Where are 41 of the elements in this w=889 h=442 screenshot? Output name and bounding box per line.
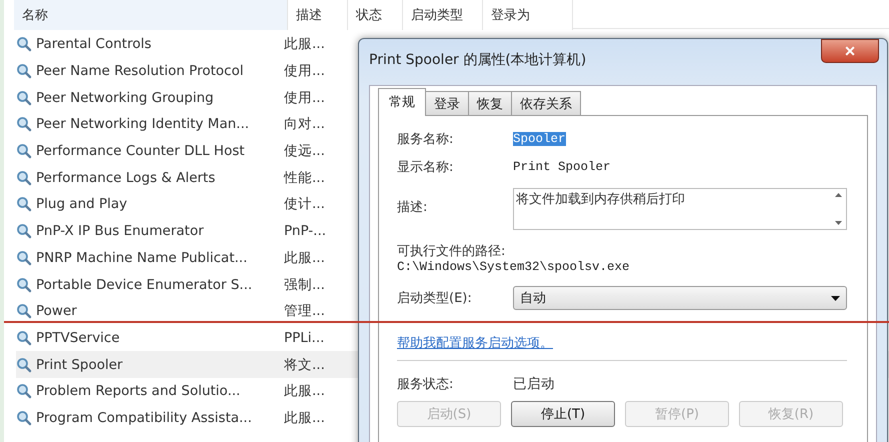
service-name: Performance Logs & Alerts [36, 170, 216, 186]
service-name: PnP-X IP Bus Enumerator [36, 223, 204, 240]
field-label: 服务名称: [397, 131, 454, 148]
service-name: PPTVService [36, 330, 120, 346]
service-name: Performance Counter DLL Host [36, 143, 245, 160]
service-name: Peer Name Resolution Protocol [36, 63, 244, 80]
service-description: 管理... [284, 302, 326, 320]
service-description: 性能... [284, 168, 326, 187]
service-description: 此服... [284, 408, 326, 427]
service-name-value: Spooler [513, 132, 566, 146]
service-status-value: 已启动 [513, 375, 556, 393]
service-description: 使计... [284, 195, 326, 214]
service-name: Plug and Play [36, 196, 128, 212]
service-description: 此服... [284, 248, 326, 267]
service-description: 使用... [284, 88, 326, 107]
service-description: 将文... [284, 356, 326, 374]
field-label: 可执行文件的路径: [397, 243, 506, 260]
field-label: 启动类型(E): [397, 290, 473, 307]
service-name: Problem Reports and Solutio... [36, 383, 240, 400]
service-name: Program Compatibility Assista... [36, 410, 252, 426]
service-description: 使远... [284, 142, 326, 160]
service-description: 此服... [284, 382, 326, 400]
service-name: Peer Networking Identity Man... [36, 116, 250, 132]
service-description: 使用... [284, 62, 326, 80]
path-value: C:\Windows\System32\spoolsv.exe [397, 260, 631, 274]
window-title: Print Spooler 的属性(本地计算机) [369, 51, 586, 69]
display-name-value: Print Spooler [513, 160, 612, 174]
service-name: Parental Controls [36, 36, 152, 52]
service-name: Power [36, 303, 77, 320]
field-label: 服务状态: [397, 376, 454, 393]
field-label: 显示名称: [397, 159, 454, 176]
field-label: 描述: [397, 199, 428, 216]
service-name: Print Spooler [36, 356, 123, 373]
service-description: PPLi... [284, 330, 326, 346]
service-name: PNRP Machine Name Publicat... [36, 250, 248, 266]
service-name: Peer Networking Grouping [36, 90, 214, 106]
service-description: 强制... [284, 276, 326, 294]
service-description: PnP-... [284, 223, 328, 240]
service-description: 向对... [284, 115, 326, 134]
service-name: Portable Device Enumerator S... [36, 276, 252, 293]
service-description: 此服... [284, 35, 326, 54]
